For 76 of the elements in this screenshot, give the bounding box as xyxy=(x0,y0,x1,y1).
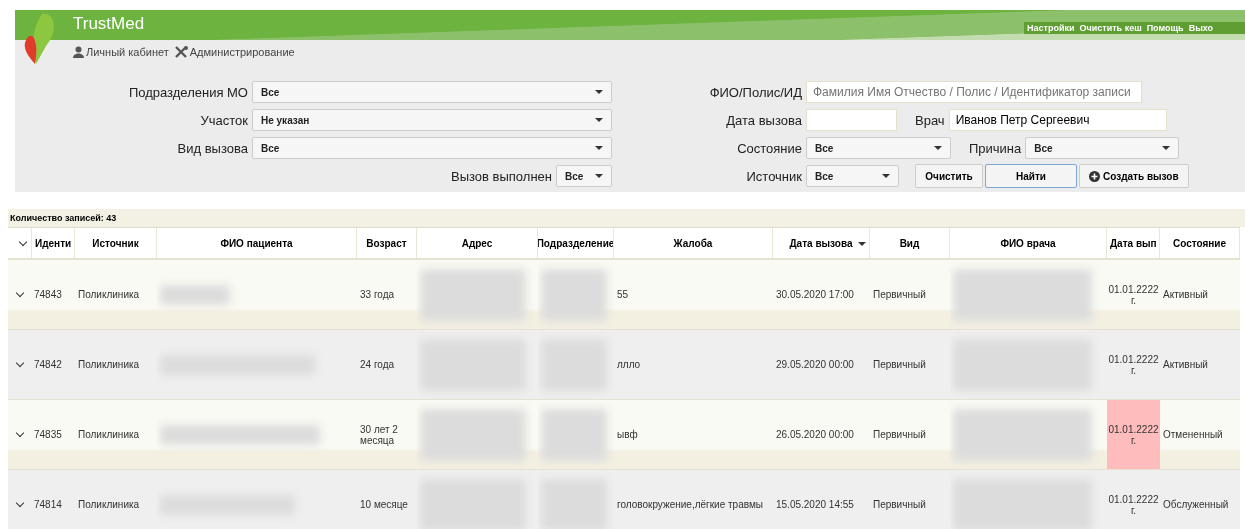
table-cell-text: Первичный xyxy=(872,428,927,442)
column-header[interactable]: ФИО врача xyxy=(950,228,1107,258)
table-cell-text: Первичный xyxy=(872,358,927,372)
column-header[interactable]: Возраст xyxy=(357,228,417,258)
blurred-text xyxy=(541,408,607,461)
table-cell-text: Поликлиника xyxy=(77,288,141,302)
doctor-field[interactable]: Иванов Петр Сергеевич xyxy=(948,109,1167,131)
table-cell-text: 30 лет 2 месяца xyxy=(359,422,399,448)
table-cell-text: Поликлиника xyxy=(77,358,141,372)
table-cell-text: ывф xyxy=(616,428,639,442)
table-cell-text: 74842 xyxy=(33,358,63,372)
table-cell-text: 74843 xyxy=(33,288,63,302)
dropdown[interactable]: Все xyxy=(1025,137,1180,159)
table-cell-text: 10 месяце xyxy=(359,498,409,512)
button[interactable]: Очистить xyxy=(915,164,983,188)
blurred-text xyxy=(541,268,607,321)
table-cell-text: Первичный xyxy=(872,288,927,302)
table-cell-text: Поликлиника xyxy=(77,428,141,442)
table-cell-text: 01.01.2222 г. xyxy=(1107,282,1160,308)
column-header[interactable]: Жалоба xyxy=(614,228,773,258)
table-cell-text: 01.01.2222 г. xyxy=(1107,352,1160,378)
nav-link[interactable]: Администрирование xyxy=(174,46,295,58)
table-cell-text: головокружение,лёгкие травмы xyxy=(616,498,764,512)
button[interactable]: Создать вызов xyxy=(1079,164,1189,188)
blurred-text xyxy=(160,284,230,305)
dropdown[interactable]: Все xyxy=(556,165,612,187)
dropdown[interactable]: Все xyxy=(806,165,899,187)
table-cell-text: 26.05.2020 00:00 xyxy=(775,428,855,442)
filter-label: Дата вызова xyxy=(725,112,802,128)
column-header[interactable]: Состояние xyxy=(1160,228,1240,258)
column-header[interactable]: Адрес xyxy=(417,228,538,258)
filter-label: Участок xyxy=(200,112,248,128)
filter-label: Источник xyxy=(745,168,802,184)
filter-label: Причина xyxy=(969,140,1022,156)
table-cell-text: 74814 xyxy=(33,498,63,512)
dropdown[interactable]: Все xyxy=(252,137,612,159)
table-cell-text: 30.05.2020 17:00 xyxy=(775,288,855,302)
table-cell-text: 55 xyxy=(616,288,630,302)
table-cell-text: Первичный xyxy=(872,498,927,512)
nav-link[interactable]: Личный кабинет xyxy=(73,46,169,58)
table-cell-text: Активный xyxy=(1162,358,1209,372)
filter-label: Подразделения МО xyxy=(128,84,248,100)
column-header[interactable]: ФИО пациента xyxy=(157,228,357,258)
plus-icon xyxy=(1089,170,1100,182)
table-cell-text: 74835 xyxy=(33,428,63,442)
table-cell: 01.01.2222 г. xyxy=(1107,400,1160,469)
table-cell-text: ллло xyxy=(616,358,642,372)
dropdown[interactable]: Все xyxy=(252,81,612,103)
dropdown[interactable]: Все xyxy=(806,137,951,159)
table-cell-text: Отмененный xyxy=(1162,428,1224,442)
table-cell-text: 33 года xyxy=(359,288,396,302)
filter-label: Врач xyxy=(915,112,945,128)
button[interactable]: Найти xyxy=(985,164,1077,188)
filter-label: Вызов выполнен xyxy=(451,168,552,184)
column-header[interactable]: Источник xyxy=(75,228,157,258)
search-field[interactable]: Фамилия Имя Отчество / Полис / Идентификатор записи xyxy=(806,81,1142,103)
brand-name: TrustMed xyxy=(73,14,145,34)
table-cell-text: 01.01.2222 г. xyxy=(1107,492,1160,518)
table-cell-text: 15.05.2020 14:55 xyxy=(775,498,855,512)
date-field[interactable] xyxy=(806,109,897,131)
tools-icon xyxy=(174,46,188,58)
column-header[interactable]: Дата вызова xyxy=(773,228,870,258)
column-header[interactable]: Иденти xyxy=(32,228,75,258)
column-header[interactable]: Дата вып xyxy=(1107,228,1160,258)
table-cell-text: 24 года xyxy=(359,358,396,372)
table-cell-text: Обслуженный xyxy=(1162,498,1230,512)
dropdown[interactable]: Не указан xyxy=(252,109,612,131)
table-cell-text: 29.05.2020 00:00 xyxy=(775,358,855,372)
filter-label: ФИО/Полис/ИД xyxy=(708,84,802,100)
column-header[interactable]: Вид xyxy=(870,228,950,258)
user-icon xyxy=(73,46,84,58)
filter-label: Вид вызова xyxy=(177,140,248,156)
filter-label: Состояние xyxy=(736,140,802,156)
record-count: Количество записей: 43 xyxy=(8,209,1245,227)
table-cell-text: Активный xyxy=(1162,288,1209,302)
table-cell-text: Поликлиника xyxy=(77,498,141,512)
